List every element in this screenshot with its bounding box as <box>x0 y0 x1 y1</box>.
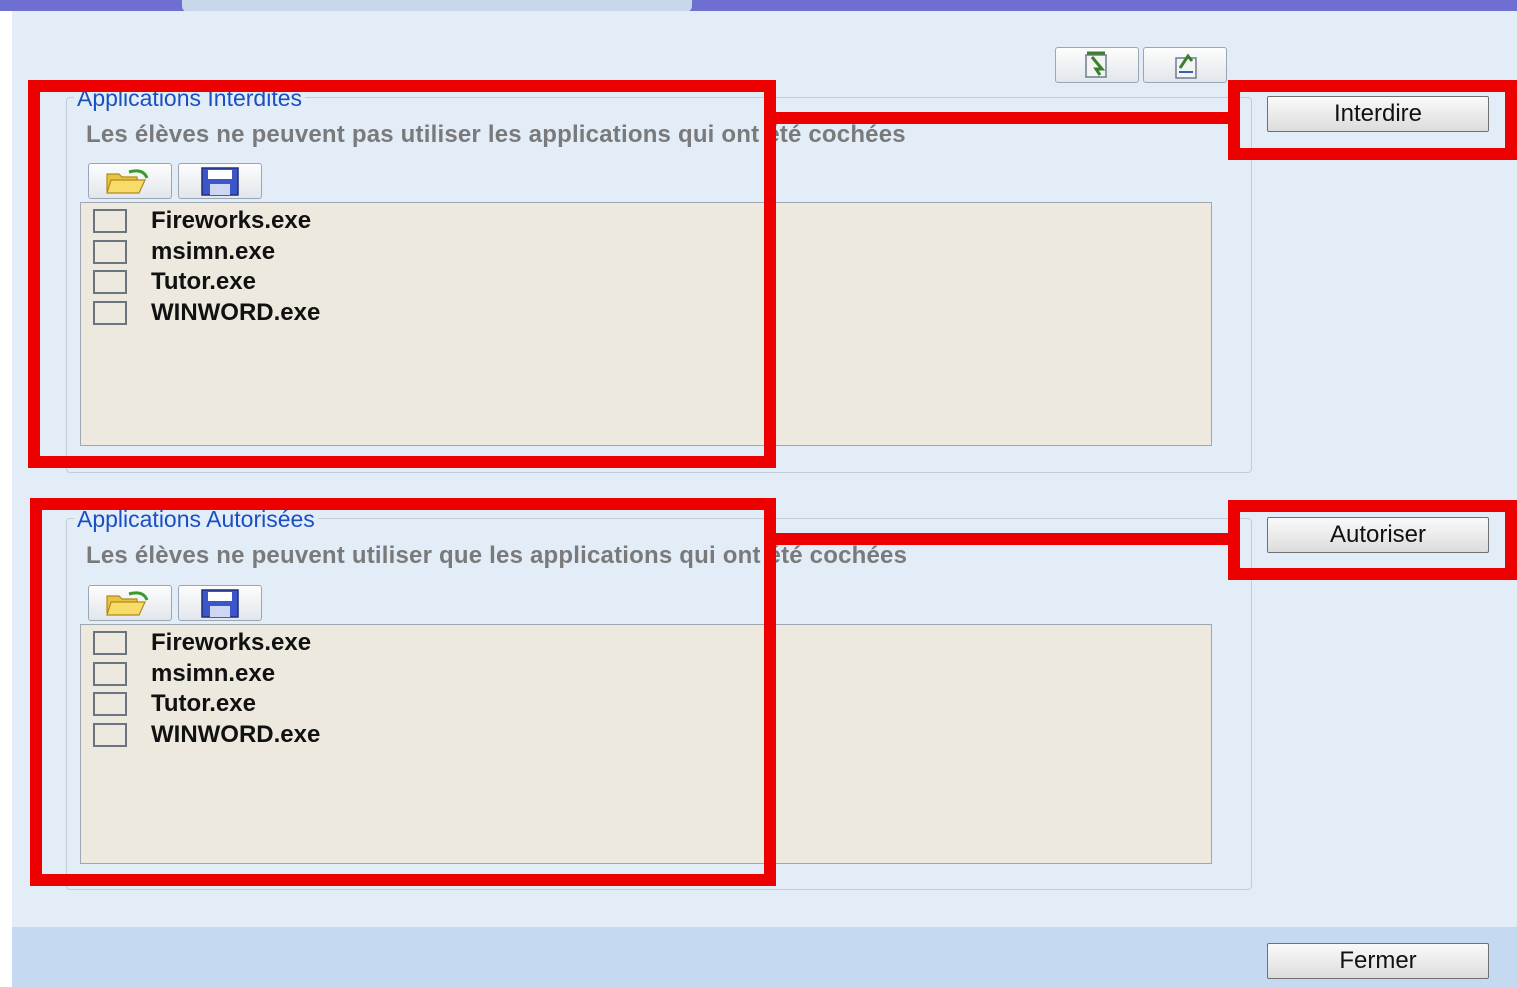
left-strip <box>0 11 12 987</box>
export-button[interactable] <box>1143 47 1227 83</box>
annotation-box-autoriser <box>1228 500 1517 580</box>
import-button[interactable] <box>1055 47 1139 83</box>
import-icon <box>1085 51 1107 78</box>
annotation-box-allowed <box>30 498 776 886</box>
annotation-connector-allowed <box>776 533 1236 545</box>
annotation-connector-forbidden <box>776 112 1236 124</box>
fermer-button[interactable]: Fermer <box>1267 943 1489 979</box>
export-icon <box>1175 53 1197 79</box>
annotation-box-interdire <box>1228 80 1517 160</box>
annotation-box-forbidden <box>28 80 776 468</box>
footer-bar: Fermer <box>12 927 1517 987</box>
